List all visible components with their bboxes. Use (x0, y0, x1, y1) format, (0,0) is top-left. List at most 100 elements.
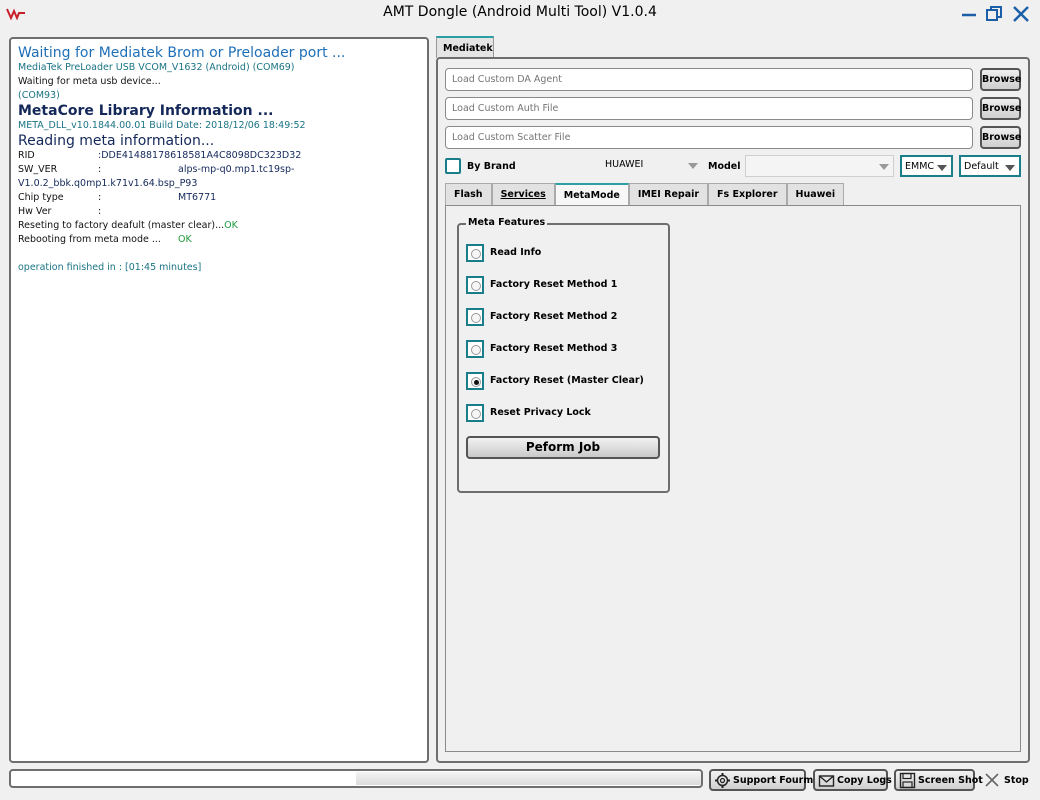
log-kv-hwver: Hw Ver : (18, 205, 420, 219)
close-button[interactable] (1010, 3, 1032, 25)
browse-auth-button[interactable]: Browse (980, 97, 1021, 120)
radio-dot (471, 345, 481, 355)
mode-select[interactable]: Default (959, 155, 1021, 177)
restore-icon (986, 6, 1002, 21)
tab-fs-explorer[interactable]: Fs Explorer (708, 183, 787, 205)
log-kv-rid: RID :DDE41488178618581A4C8098DC323D32 (18, 149, 420, 163)
chevron-down-icon (688, 163, 698, 169)
tab-services[interactable]: Services (491, 183, 555, 205)
by-brand-label: By Brand (467, 161, 516, 172)
stop-button[interactable]: Stop (983, 771, 1033, 791)
option-label: Factory Reset (Master Clear) (490, 375, 644, 386)
log-value: :DDE41488178618581A4C8098DC323D32 (98, 150, 302, 161)
progress-fill (356, 772, 701, 785)
log-text: Rebooting from meta mode ... (18, 234, 161, 245)
radio-dot (471, 249, 481, 259)
log-key: Hw Ver (18, 206, 52, 217)
stop-label: Stop (1004, 775, 1029, 786)
radio-button[interactable] (466, 276, 484, 294)
title-bar: AMT Dongle (Android Multi Tool) V1.0.4 (0, 0, 1040, 28)
window-title: AMT Dongle (Android Multi Tool) V1.0.4 (383, 4, 657, 20)
log-kv-chip: Chip type : MT6771 (18, 191, 420, 205)
log-line: V1.0.2_bbk.q0mp1.k71v1.64.bsp_P93 (18, 178, 198, 189)
close-icon (1013, 6, 1029, 22)
close-icon (985, 773, 999, 787)
ok-status: OK (178, 234, 192, 245)
perform-job-button[interactable]: Peform Job (466, 436, 660, 459)
option-label: Factory Reset Method 3 (490, 343, 618, 354)
log-line: operation finished in : [01:45 minutes] (18, 262, 202, 273)
log-line: MediaTek PreLoader USB VCOM_V1632 (Andro… (18, 62, 295, 73)
model-select[interactable] (745, 155, 894, 177)
log-line: (COM93) (18, 90, 60, 101)
option-label: Reset Privacy Lock (490, 407, 591, 418)
minimize-button[interactable] (958, 3, 980, 25)
log-line-reboot: Rebooting from meta mode ... OK (18, 233, 420, 247)
da-agent-input[interactable] (445, 68, 973, 91)
auth-file-input[interactable] (445, 97, 973, 120)
option-label: Read Info (490, 247, 542, 258)
storage-select[interactable]: EMMC (900, 155, 953, 177)
browse-scatter-button[interactable]: Browse (980, 126, 1021, 149)
chevron-down-icon (1005, 165, 1015, 171)
radio-dot (471, 313, 481, 323)
log-panel[interactable]: Waiting for Mediatek Brom or Preloader p… (9, 37, 429, 763)
tab-huawei[interactable]: Huawei (786, 183, 845, 205)
tab-flash[interactable]: Flash (445, 183, 492, 205)
progress-bar (9, 769, 703, 788)
log-value: MT6771 (178, 192, 217, 203)
log-line: Reading meta information... (18, 133, 215, 149)
log-value: alps-mp-q0.mp1.tc19sp- (178, 164, 295, 175)
support-forum-label: Support Fourm (733, 775, 814, 786)
tab-mediatek[interactable]: Mediatek (436, 36, 494, 58)
save-icon (899, 772, 916, 789)
browse-da-button[interactable]: Browse (980, 68, 1021, 91)
screenshot-label: Screen Shot (918, 775, 983, 786)
minimize-icon (962, 13, 976, 17)
copy-logs-label: Copy Logs (837, 775, 892, 786)
radio-button[interactable] (466, 372, 484, 390)
by-brand-checkbox[interactable] (445, 158, 461, 174)
envelope-icon (818, 775, 835, 787)
model-label: Model (708, 161, 741, 172)
log-line: Waiting for meta usb device... (18, 76, 161, 87)
radio-button[interactable] (466, 244, 484, 262)
log-text: Reseting to factory deafult (master clea… (18, 220, 225, 231)
storage-value: EMMC (905, 161, 935, 172)
copy-logs-button[interactable]: Copy Logs (813, 769, 892, 791)
scatter-file-input[interactable] (445, 126, 973, 149)
radio-button[interactable] (466, 340, 484, 358)
log-key: Chip type (18, 192, 64, 203)
screenshot-button[interactable]: Screen Shot (894, 769, 983, 791)
ok-status: OK (224, 220, 238, 231)
log-line: MetaCore Library Information ... (18, 103, 274, 119)
chevron-down-icon (879, 164, 889, 170)
option-label: Factory Reset Method 2 (490, 311, 618, 322)
radio-dot-selected (471, 377, 481, 387)
sub-tab-bar: Flash Services MetaMode IMEI Repair Fs E… (445, 183, 845, 205)
log-line: META_DLL_v10.1844.00.01 Build Date: 2018… (18, 120, 306, 131)
log-sep: : (98, 164, 102, 175)
log-spacer (18, 247, 420, 261)
log-sep: : (98, 192, 102, 203)
tab-imei-repair[interactable]: IMEI Repair (628, 183, 709, 205)
radio-dot (471, 409, 481, 419)
brand-value: HUAWEI (605, 159, 644, 170)
log-line-reset: Reseting to factory deafult (master clea… (18, 219, 420, 233)
log-line: Waiting for Mediatek Brom or Preloader p… (18, 45, 346, 61)
radio-dot (471, 281, 481, 291)
radio-button[interactable] (466, 404, 484, 422)
gear-icon (715, 773, 730, 788)
restore-button[interactable] (983, 3, 1005, 25)
chevron-down-icon (937, 165, 947, 171)
tab-metamode[interactable]: MetaMode (554, 183, 629, 205)
option-label: Factory Reset Method 1 (490, 279, 618, 290)
log-kv-swver: SW_VER : alps-mp-q0.mp1.tc19sp- (18, 163, 420, 177)
support-forum-button[interactable]: Support Fourm (709, 769, 813, 791)
log-key: RID (18, 150, 35, 161)
brand-select[interactable]: HUAWEI (602, 155, 702, 177)
meta-features-title: Meta Features (466, 217, 548, 228)
log-sep: : (98, 206, 102, 217)
radio-button[interactable] (466, 308, 484, 326)
mode-value: Default (964, 161, 999, 172)
